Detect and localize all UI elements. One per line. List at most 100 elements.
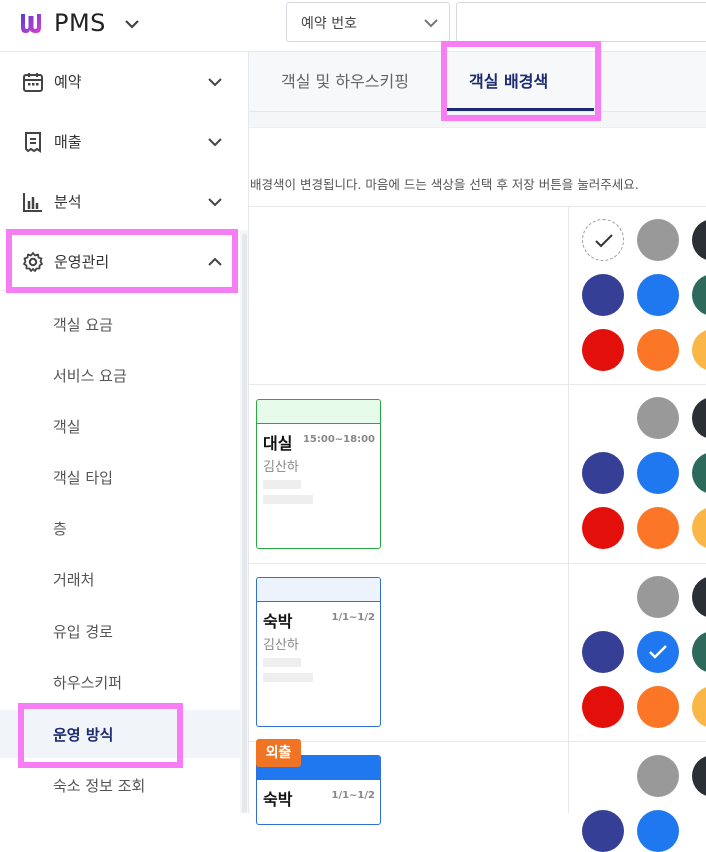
sidebar-subitem-inflow-channel[interactable]: 유입 경로 — [0, 607, 240, 655]
color-swatch-red[interactable] — [582, 329, 624, 371]
sidebar-item-sales[interactable]: 매출 — [0, 112, 249, 172]
sidebar-subitem-label: 숙소 정보 조회 — [53, 777, 146, 795]
color-swatch-blue[interactable] — [637, 452, 679, 494]
table-divider — [249, 206, 706, 207]
color-swatch-gray[interactable] — [637, 755, 679, 797]
color-swatch-indigo[interactable] — [582, 452, 624, 494]
chevron-up-icon — [208, 257, 222, 266]
sidebar-subitem-operation-mode[interactable]: 운영 방식 — [0, 710, 240, 758]
color-swatch-indigo[interactable] — [582, 810, 624, 852]
color-swatch-gray[interactable] — [637, 397, 679, 439]
chevron-down-icon — [208, 78, 222, 87]
sidebar-subitem-room-rate[interactable]: 객실 요금 — [0, 300, 240, 348]
color-swatch-red[interactable] — [582, 686, 624, 728]
check-icon — [595, 234, 613, 248]
sidebar-subitem-room-type[interactable]: 객실 타입 — [0, 453, 240, 501]
placeholder-line — [263, 495, 313, 504]
app-logo — [21, 14, 41, 33]
search-type-select[interactable]: 예약 번호 — [286, 2, 450, 42]
color-swatch-indigo[interactable] — [582, 274, 624, 316]
preview-card-sukbak: 숙박 1/1~1/2 김산하 — [256, 577, 381, 727]
gear-icon — [23, 252, 43, 272]
sidebar-item-analysis[interactable]: 분석 — [0, 172, 249, 232]
card-guest-name: 김산하 — [263, 460, 299, 475]
active-tab-indicator — [446, 108, 594, 111]
sidebar-subitem-floor[interactable]: 층 — [0, 504, 240, 552]
sidebar-subitem-label: 객실 타입 — [53, 469, 113, 487]
tab-room-housekeeping[interactable]: 객실 및 하우스키핑 — [281, 68, 409, 92]
sidebar-subitem-service-rate[interactable]: 서비스 요금 — [0, 351, 240, 399]
sidebar-scrollbar-thumb[interactable] — [242, 234, 247, 813]
sidebar-subitem-label: 유입 경로 — [53, 623, 113, 641]
color-swatch-yellow[interactable] — [692, 686, 706, 728]
sidebar-subitem-label: 객실 — [53, 418, 81, 436]
sidebar-item-label: 예약 — [54, 73, 82, 91]
color-swatch-teal[interactable] — [692, 452, 706, 494]
color-swatch-blue-selected[interactable] — [637, 631, 679, 673]
brand-name[interactable]: PMS — [54, 9, 106, 37]
sidebar-item-label: 운영관리 — [54, 253, 110, 271]
color-swatch-blue[interactable] — [637, 810, 679, 852]
sidebar-subitem-label: 하우스키퍼 — [53, 674, 123, 692]
color-swatch-orange[interactable] — [637, 686, 679, 728]
chevron-down-icon[interactable] — [122, 14, 142, 34]
color-swatch-gray[interactable] — [637, 576, 679, 618]
sidebar-subitem-label: 서비스 요금 — [53, 367, 127, 385]
placeholder-line — [263, 480, 301, 489]
card-header — [257, 400, 380, 424]
placeholder-line — [263, 673, 313, 682]
sidebar-subitem-partner[interactable]: 거래처 — [0, 555, 240, 603]
check-icon — [649, 645, 667, 659]
sidebar-subitem-property-info[interactable]: 숙소 정보 조회 — [0, 761, 240, 809]
color-swatch-dark[interactable] — [692, 219, 706, 261]
table-divider — [568, 206, 569, 813]
tab-room-background-color[interactable]: 객실 배경색 — [469, 68, 548, 92]
color-swatch-blue[interactable] — [637, 274, 679, 316]
chevron-down-icon — [208, 138, 222, 147]
card-time: 15:00~18:00 — [302, 434, 375, 445]
card-guest-name: 김산하 — [263, 638, 299, 653]
table-divider — [249, 741, 706, 742]
sidebar-item-reservation[interactable]: 예약 — [0, 52, 249, 112]
sidebar-item-operations[interactable]: 운영관리 — [0, 232, 249, 292]
content-band — [249, 112, 706, 128]
color-swatch-dark[interactable] — [692, 576, 706, 618]
color-swatch-orange[interactable] — [637, 507, 679, 549]
chevron-down-icon — [208, 198, 222, 207]
card-stay-type: 숙박 — [263, 612, 293, 631]
preview-card-daesil: 대실 15:00~18:00 김산하 — [256, 399, 381, 549]
sidebar-subitem-room[interactable]: 객실 — [0, 402, 240, 450]
sidebar-item-label: 분석 — [54, 193, 82, 211]
sidebar-item-label: 매출 — [54, 133, 82, 151]
placeholder-line — [263, 658, 301, 667]
calendar-icon — [23, 73, 43, 92]
receipt-icon — [25, 132, 41, 153]
search-type-value: 예약 번호 — [301, 16, 357, 32]
outing-badge: 외출 — [256, 739, 301, 767]
description-text: 배경색이 변경됩니다. 마음에 드는 색상을 선택 후 저장 버튼을 눌러주세요… — [250, 177, 639, 192]
search-input[interactable] — [456, 2, 706, 42]
chevron-down-icon — [424, 19, 438, 28]
color-swatch-indigo[interactable] — [582, 631, 624, 673]
sidebar-subitem-housekeeper[interactable]: 하우스키퍼 — [0, 658, 240, 706]
card-stay-type: 숙박 — [263, 790, 293, 809]
color-swatch-none[interactable] — [582, 219, 624, 261]
table-divider — [249, 384, 706, 385]
table-divider — [249, 563, 706, 564]
color-swatch-dark[interactable] — [692, 397, 706, 439]
color-swatch-teal[interactable] — [692, 631, 706, 673]
color-swatch-yellow[interactable] — [692, 329, 706, 371]
sidebar-subitem-label: 거래처 — [53, 571, 95, 589]
card-header — [257, 578, 380, 602]
color-swatch-yellow[interactable] — [692, 507, 706, 549]
color-swatch-orange[interactable] — [637, 329, 679, 371]
color-swatch-teal[interactable] — [692, 274, 706, 316]
card-stay-type: 대실 — [263, 434, 293, 453]
sidebar-subitem-label: 객실 요금 — [53, 316, 113, 334]
color-swatch-gray[interactable] — [637, 219, 679, 261]
color-swatch-dark[interactable] — [692, 755, 706, 797]
card-time: 1/1~1/2 — [331, 790, 375, 801]
color-swatch-red[interactable] — [582, 507, 624, 549]
bar-chart-icon — [23, 193, 42, 212]
sidebar-subitem-label: 층 — [53, 520, 67, 538]
